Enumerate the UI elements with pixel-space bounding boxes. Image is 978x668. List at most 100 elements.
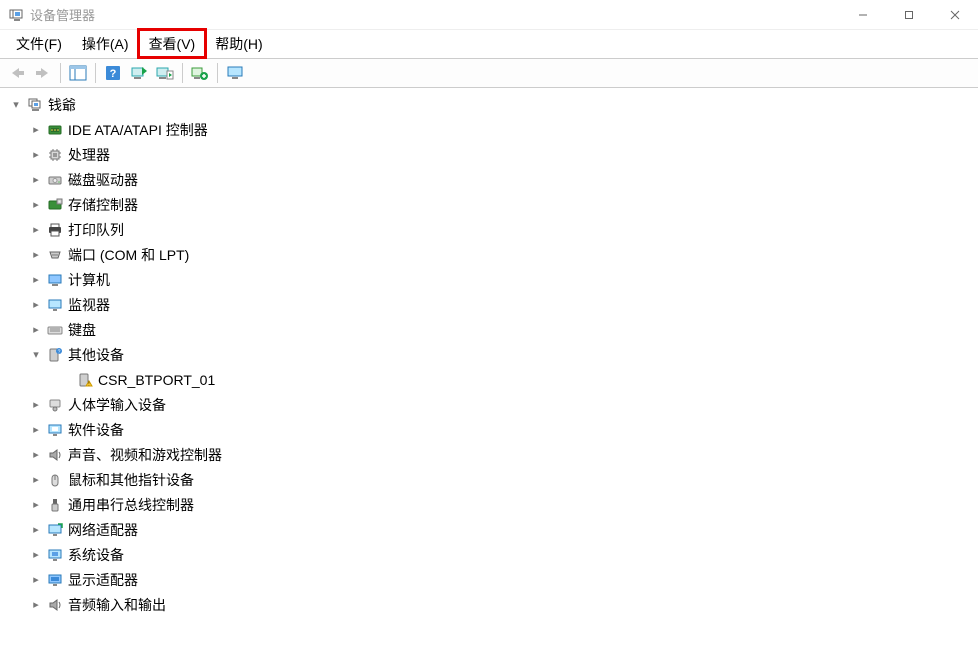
show-properties-button[interactable] (66, 61, 90, 85)
forward-button[interactable] (31, 61, 55, 85)
add-device-button[interactable] (188, 61, 212, 85)
tree-twisty-icon[interactable]: ▸ (28, 448, 44, 461)
tree-category[interactable]: ▸ 存储控制器 (2, 192, 978, 217)
app-icon (8, 7, 24, 23)
tree-twisty-icon[interactable]: ▸ (28, 423, 44, 436)
tree-item-label: 声音、视频和游戏控制器 (68, 445, 222, 465)
tree-twisty-icon[interactable]: ▸ (28, 273, 44, 286)
tree-item-label: 音频输入和输出 (68, 595, 166, 615)
tree-twisty-icon[interactable]: ▾ (8, 98, 24, 111)
tree-category[interactable]: ▸ IDE ATA/ATAPI 控制器 (2, 117, 978, 142)
device-tree[interactable]: ▾钱爺▸IDE ATA/ATAPI 控制器▸处理器▸磁盘驱动器▸存储控制器▸打印… (0, 88, 978, 668)
scan-hardware-button[interactable] (127, 61, 151, 85)
tree-category[interactable]: ▸ 网络适配器 (2, 517, 978, 542)
tree-item-label: 键盘 (68, 320, 96, 340)
tree-twisty-icon[interactable]: ▸ (28, 598, 44, 611)
titlebar: 设备管理器 (0, 0, 978, 30)
tree-category[interactable]: ▸ 系统设备 (2, 542, 978, 567)
tree-category[interactable]: ▸软件设备 (2, 417, 978, 442)
menu-help[interactable]: 帮助(H) (205, 30, 272, 57)
tree-category[interactable]: ▸ 键盘 (2, 317, 978, 342)
tree-category[interactable]: ▸ 音频输入和输出 (2, 592, 978, 617)
menu-view[interactable]: 查看(V) (139, 30, 206, 57)
tree-category[interactable]: ▸ 声音、视频和游戏控制器 (2, 442, 978, 467)
tree-category[interactable]: ▸ 端口 (COM 和 LPT) (2, 242, 978, 267)
tree-category[interactable]: ▸打印队列 (2, 217, 978, 242)
help-button[interactable]: ? (101, 61, 125, 85)
tree-item-label: IDE ATA/ATAPI 控制器 (68, 120, 208, 140)
tree-twisty-icon[interactable]: ▸ (28, 298, 44, 311)
cpu-icon (46, 146, 64, 164)
menubar: 文件(F) 操作(A) 查看(V) 帮助(H) (0, 30, 978, 58)
pc-icon (46, 271, 64, 289)
toolbar-separator (60, 63, 61, 83)
software-icon (46, 421, 64, 439)
tree-category[interactable]: ▸ 鼠标和其他指针设备 (2, 467, 978, 492)
minimize-button[interactable] (840, 0, 886, 30)
tree-item-label: 钱爺 (48, 95, 76, 115)
tree-leaf[interactable]: ▸!CSR_BTPORT_01 (2, 367, 978, 392)
tree-twisty-icon[interactable]: ▸ (28, 173, 44, 186)
tree-item-label: 监视器 (68, 295, 110, 315)
tree-twisty-icon[interactable]: ▸ (28, 523, 44, 536)
tree-item-label: 处理器 (68, 145, 110, 165)
menu-action[interactable]: 操作(A) (72, 30, 139, 57)
monitor-icon (46, 296, 64, 314)
tree-item-label: CSR_BTPORT_01 (98, 372, 215, 388)
back-button[interactable] (5, 61, 29, 85)
svg-text:!: ! (88, 381, 89, 387)
close-button[interactable] (932, 0, 978, 30)
tree-category[interactable]: ▸ 人体学输入设备 (2, 392, 978, 417)
tree-category[interactable]: ▸磁盘驱动器 (2, 167, 978, 192)
tree-twisty-icon[interactable]: ▸ (28, 398, 44, 411)
tree-category[interactable]: ▸显示适配器 (2, 567, 978, 592)
keyboard-icon (46, 321, 64, 339)
port-icon (46, 246, 64, 264)
toolbar-separator (217, 63, 218, 83)
tree-category[interactable]: ▸ 计算机 (2, 267, 978, 292)
tree-twisty-icon[interactable]: ▸ (28, 573, 44, 586)
tree-category[interactable]: ▸ 处理器 (2, 142, 978, 167)
tree-item-label: 网络适配器 (68, 520, 138, 540)
tree-item-label: 计算机 (68, 270, 110, 290)
ide-icon (46, 121, 64, 139)
other-icon: ? (46, 346, 64, 364)
tree-twisty-icon[interactable]: ▸ (28, 198, 44, 211)
maximize-button[interactable] (886, 0, 932, 30)
audioio-icon (46, 596, 64, 614)
tree-twisty-icon[interactable]: ▸ (28, 548, 44, 561)
tree-item-label: 系统设备 (68, 545, 124, 565)
computer-root-icon (26, 96, 44, 114)
tree-item-label: 存储控制器 (68, 195, 138, 215)
tree-category[interactable]: ▾? 其他设备 (2, 342, 978, 367)
tree-item-label: 其他设备 (68, 345, 124, 365)
scan-hardware-play-button[interactable] (153, 61, 177, 85)
toolbar-separator (95, 63, 96, 83)
unknown-icon: ! (76, 371, 94, 389)
mouse-icon (46, 471, 64, 489)
svg-text:?: ? (110, 68, 117, 80)
tree-item-label: 端口 (COM 和 LPT) (68, 245, 189, 265)
tree-twisty-icon[interactable]: ▸ (28, 248, 44, 261)
tree-item-label: 鼠标和其他指针设备 (68, 470, 194, 490)
tree-twisty-icon[interactable]: ▸ (28, 123, 44, 136)
hid-icon (46, 396, 64, 414)
tree-twisty-icon[interactable]: ▸ (28, 223, 44, 236)
tree-twisty-icon[interactable]: ▾ (28, 348, 44, 361)
tree-twisty-icon[interactable]: ▸ (28, 323, 44, 336)
tree-category[interactable]: ▾ 钱爺 (2, 92, 978, 117)
tree-twisty-icon[interactable]: ▸ (28, 498, 44, 511)
menu-file[interactable]: 文件(F) (6, 30, 72, 57)
tree-item-label: 通用串行总线控制器 (68, 495, 194, 515)
storage-icon (46, 196, 64, 214)
svg-text:?: ? (58, 349, 61, 355)
window-title: 设备管理器 (30, 5, 95, 24)
tree-twisty-icon[interactable]: ▸ (28, 473, 44, 486)
tree-twisty-icon[interactable]: ▸ (28, 148, 44, 161)
disk-icon (46, 171, 64, 189)
tree-category[interactable]: ▸ 通用串行总线控制器 (2, 492, 978, 517)
tree-category[interactable]: ▸ 监视器 (2, 292, 978, 317)
tree-item-label: 人体学输入设备 (68, 395, 166, 415)
toolbar-separator (182, 63, 183, 83)
monitor-button[interactable] (223, 61, 247, 85)
